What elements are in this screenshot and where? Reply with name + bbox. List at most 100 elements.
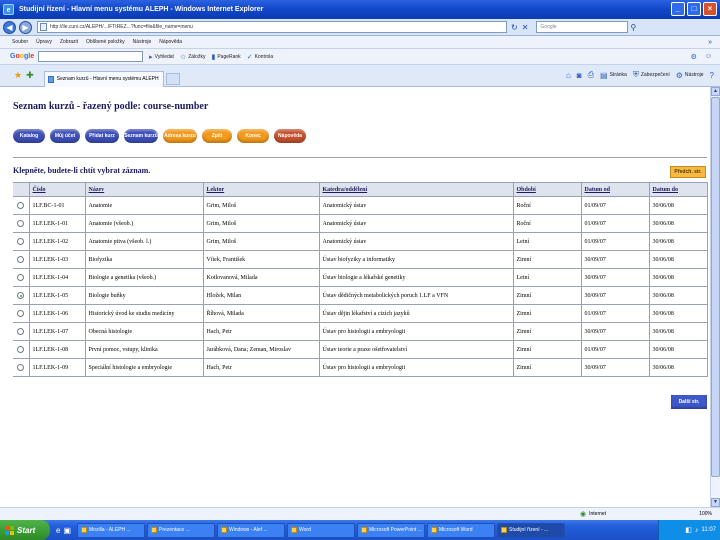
user-icon[interactable]: ☺: [705, 53, 712, 60]
tools-menu[interactable]: ⚙ Nástroje: [676, 71, 704, 80]
cell-name[interactable]: Biologie a genetika (všeob.): [84, 268, 204, 287]
close-button[interactable]: ×: [703, 2, 717, 16]
url-field[interactable]: http://ile.cuni.cz/ALEPH/...IFTtREZ...?f…: [37, 21, 507, 33]
row-radio-button[interactable]: [17, 310, 25, 317]
help-button[interactable]: ?: [710, 71, 714, 80]
add-favorite-icon[interactable]: ✚: [26, 70, 34, 81]
taskbar-item[interactable]: Microsoft PowerPoint ...: [357, 522, 426, 538]
scroll-up-icon[interactable]: ▲: [711, 87, 720, 96]
network-icon[interactable]: ◧: [685, 526, 692, 534]
menu-view[interactable]: Zobrazit: [60, 39, 78, 45]
table-row[interactable]: 1LF.LEK-1-06 Historický úvod ke studiu me…: [13, 304, 708, 323]
menu-file[interactable]: Soubor: [12, 39, 28, 45]
table-row[interactable]: 1LF.BC-1-01 Anatomie Grim, Miloš Anatomický…: [13, 196, 708, 215]
stop-icon[interactable]: ✕: [522, 23, 529, 32]
cell-number[interactable]: 1LF.LEK-1-04: [28, 268, 86, 287]
cell-name[interactable]: První pomoc, vstupy, klinika: [84, 340, 204, 359]
start-button[interactable]: Start: [0, 520, 50, 540]
new-tab-button[interactable]: [165, 72, 180, 85]
cell-name[interactable]: Obecná histologie: [84, 322, 204, 341]
tab-active[interactable]: Seznam kurzů - Hlavní menu systému ALEPH: [43, 70, 164, 87]
cell-name[interactable]: Speciální histologie a embryologie: [84, 358, 204, 377]
home-button[interactable]: ⌂: [566, 71, 571, 80]
chevron-right-icon[interactable]: »: [708, 39, 712, 46]
menu-help[interactable]: Nápověda: [159, 39, 182, 45]
search-icon[interactable]: ⚲: [630, 23, 636, 32]
cell-name[interactable]: Anatomie (všeob.): [84, 214, 204, 233]
zoom-level[interactable]: 100%: [699, 511, 712, 517]
row-radio-button[interactable]: [17, 292, 25, 299]
add-course-button[interactable]: Přidat kurz: [85, 129, 119, 143]
cell-name[interactable]: Historický úvod ke studiu medicíny: [84, 304, 204, 323]
google-search-button[interactable]: ▸ Vyhledat: [149, 53, 174, 61]
cell-number[interactable]: 1LF.LEK-1-08: [28, 340, 86, 359]
table-row[interactable]: 1LF.LEK-1-04 Biologie a genetika (všeob.)…: [13, 268, 708, 287]
back-nav-button[interactable]: Zpět: [202, 129, 232, 143]
cell-name[interactable]: Biofyzika: [84, 250, 204, 269]
row-radio-button[interactable]: [17, 220, 25, 227]
cell-number[interactable]: 1LF.LEK-1-03: [28, 250, 86, 269]
menu-edit[interactable]: Úpravy: [36, 39, 52, 45]
header-number[interactable]: Číslo: [28, 182, 86, 197]
row-radio-button[interactable]: [17, 274, 25, 281]
desktop-quicklaunch-icon[interactable]: ▣: [63, 526, 71, 535]
page-menu[interactable]: ▤ Stránka: [600, 71, 627, 80]
cell-number[interactable]: 1LF.BC-1-01: [28, 196, 86, 215]
menu-tools[interactable]: Nástroje: [133, 39, 152, 45]
header-name[interactable]: Název: [84, 182, 204, 197]
menu-favorites[interactable]: Oblíbené položky: [86, 39, 125, 45]
table-row[interactable]: 1LF.LEK-1-01 Anatomie (všeob.) Grim, Miloš…: [13, 214, 708, 233]
taskbar-item[interactable]: Studijní řízení - ...: [497, 522, 566, 538]
next-page-button[interactable]: Další str.: [671, 395, 707, 409]
help-nav-button[interactable]: Nápověda: [274, 129, 306, 143]
minimize-button[interactable]: _: [671, 2, 685, 16]
header-date-to[interactable]: Datum do: [648, 182, 708, 197]
header-period[interactable]: Období: [512, 182, 582, 197]
cell-name[interactable]: Anatomie: [84, 196, 204, 215]
row-radio-button[interactable]: [17, 328, 25, 335]
cell-name[interactable]: Anatomie pitva (všeob. l.): [84, 232, 204, 251]
end-button[interactable]: Konec: [237, 129, 269, 143]
taskbar-item[interactable]: Word: [287, 522, 356, 538]
print-button[interactable]: ⎙: [588, 70, 594, 80]
google-pagerank-button[interactable]: ▮ PageRank: [211, 53, 240, 61]
vertical-scrollbar[interactable]: ▲ ▼: [710, 87, 720, 507]
google-check-button[interactable]: ✓ Kontrola: [247, 53, 274, 61]
cell-number[interactable]: 1LF.LEK-1-05: [28, 286, 86, 305]
table-row[interactable]: 1LF.LEK-1-05 Biologie buňky Hložek, Milan Ú…: [13, 286, 708, 305]
google-bookmarks-button[interactable]: ☆ Záložky: [180, 53, 206, 61]
row-radio-button[interactable]: [17, 238, 25, 245]
table-row[interactable]: 1LF.LEK-1-02 Anatomie pitva (všeob. l.) Gr…: [13, 232, 708, 251]
cell-number[interactable]: 1LF.LEK-1-06: [28, 304, 86, 323]
taskbar-item[interactable]: Prezentace ...: [147, 522, 216, 538]
volume-icon[interactable]: ♪: [695, 527, 699, 534]
table-row[interactable]: 1LF.LEK-1-08 První pomoc, vstupy, klinika…: [13, 340, 708, 359]
taskbar-item[interactable]: Microsoft Word: [427, 522, 496, 538]
course-list-button[interactable]: Seznam kurzů: [124, 129, 158, 143]
wrench-icon[interactable]: ⚙: [691, 53, 697, 61]
safety-menu[interactable]: ⛨ Zabezpečení: [633, 70, 670, 80]
feeds-button[interactable]: ◙: [577, 71, 582, 80]
table-row[interactable]: 1LF.LEK-1-07 Obecná histologie Hach, Petr Ú…: [13, 322, 708, 341]
cell-number[interactable]: 1LF.LEK-1-02: [28, 232, 86, 251]
cell-number[interactable]: 1LF.LEK-1-01: [28, 214, 86, 233]
ie-quicklaunch-icon[interactable]: e: [56, 526, 60, 535]
row-radio-button[interactable]: [17, 364, 25, 371]
maximize-button[interactable]: □: [687, 2, 701, 16]
cell-number[interactable]: 1LF.LEK-1-07: [28, 322, 86, 341]
back-button[interactable]: ◀: [3, 20, 16, 34]
scroll-down-icon[interactable]: ▼: [711, 498, 720, 507]
catalog-button[interactable]: Katalog: [13, 129, 45, 143]
table-row[interactable]: 1LF.LEK-1-09 Speciální histologie a embry…: [13, 358, 708, 377]
my-account-button[interactable]: Můj účet: [50, 129, 80, 143]
row-radio-button[interactable]: [17, 256, 25, 263]
row-radio-button[interactable]: [17, 346, 25, 353]
refresh-icon[interactable]: ↻: [511, 23, 518, 32]
favorites-star-icon[interactable]: ★: [14, 70, 22, 81]
scroll-thumb[interactable]: [711, 97, 720, 477]
forward-button[interactable]: ▶: [19, 20, 32, 34]
previous-page-button[interactable]: Předch. str.: [670, 166, 706, 178]
taskbar-item[interactable]: Mozilla - ALEPH ...: [77, 522, 146, 538]
google-search-input[interactable]: [38, 51, 144, 62]
cell-number[interactable]: 1LF.LEK-1-09: [28, 358, 86, 377]
